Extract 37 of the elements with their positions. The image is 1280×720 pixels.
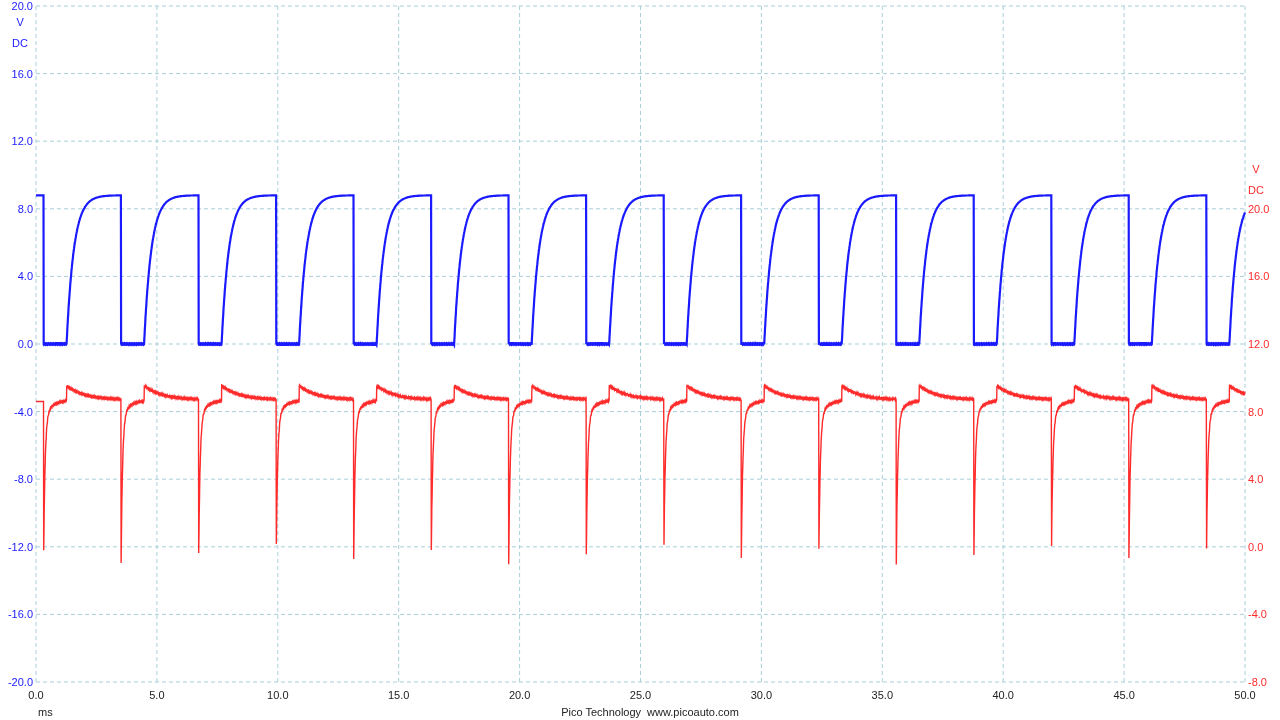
axis-tick-label: -20.0 [7,676,33,688]
axis-tick-label: 16.0 [1248,270,1270,283]
axis-tick-label: 0.0 [17,338,33,350]
axis-tick-label: 0.0 [1248,540,1264,553]
time-tick-label: 5.0 [149,688,165,703]
axis-tick-label: 20.0 [1248,202,1270,215]
time-tick-label: 10.0 [267,688,289,703]
time-tick-label: 45.0 [1113,688,1135,703]
axis-tick-label: 12.0 [1248,338,1270,350]
axis-unit-label: V [16,15,24,30]
coupling-label: DC [12,36,28,51]
coupling-label: DC [1248,182,1264,198]
axis-tick-label: 4.0 [17,270,33,283]
axis-unit-label: V [1252,161,1260,177]
axis-tick-label: 20.0 [11,0,33,12]
axis-tick-label: -8.0 [1248,676,1267,688]
axis-tick-label: 8.0 [17,202,33,215]
time-tick-label: 50.0 [1234,688,1256,703]
company-name: Pico Technology [561,705,642,720]
axis-tick-label: 12.0 [11,135,33,148]
axis-tick-label: 4.0 [1248,473,1264,486]
time-tick-label: 15.0 [388,688,410,703]
time-tick-label: 25.0 [629,688,652,703]
axis-tick-label: -4.0 [14,405,33,418]
axis-tick-label: -16.0 [7,608,33,621]
axis-tick-label: 16.0 [11,67,33,80]
time-tick-label: 40.0 [992,688,1014,703]
axis-tick-label: -8.0 [14,473,33,486]
axis-tick-label: 8.0 [1248,405,1264,418]
time-tick-label: 30.0 [750,688,773,703]
time-tick-label: 35.0 [871,688,893,703]
time-tick-label: 0.0 [28,688,44,703]
axis-tick-label: -4.0 [1248,608,1267,621]
website-link[interactable]: www.picoauto.com [647,704,739,720]
time-unit-label: ms [38,705,53,720]
time-tick-label: 20.0 [508,688,531,703]
axis-tick-label: -12.0 [7,540,33,553]
